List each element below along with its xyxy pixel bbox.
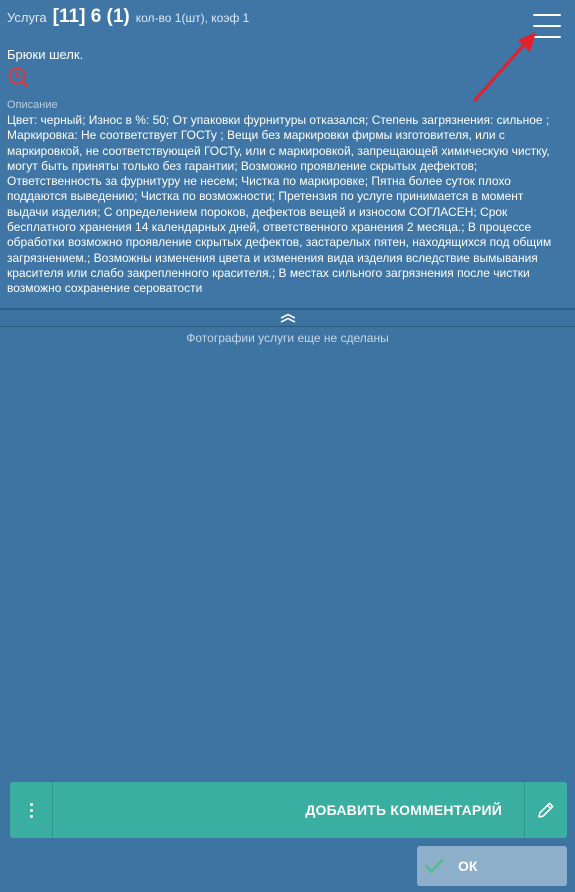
menu-line bbox=[533, 25, 561, 27]
photos-empty-message: Фотографии услуги еще не сделаны bbox=[186, 331, 389, 345]
menu-line bbox=[533, 14, 561, 16]
dot bbox=[29, 814, 33, 818]
collapse-toggle[interactable] bbox=[0, 309, 575, 327]
bottom-action-bar: ДОБАВИТЬ КОММЕНТАРИЙ bbox=[10, 782, 567, 838]
service-code: [11] 6 (1) bbox=[52, 6, 130, 27]
more-vertical-icon[interactable] bbox=[10, 782, 53, 838]
chevron-double-up-icon bbox=[280, 313, 295, 323]
edit-button[interactable] bbox=[524, 782, 567, 838]
history-icon[interactable] bbox=[7, 66, 29, 88]
pencil-icon bbox=[538, 802, 554, 818]
check-icon bbox=[424, 859, 444, 873]
ok-button[interactable]: ОК bbox=[417, 846, 567, 886]
dot bbox=[29, 808, 33, 812]
service-details-panel: Услуга [11] 6 (1) кол-во 1(шт), коэф 1 Б… bbox=[0, 0, 575, 309]
ok-label: ОК bbox=[458, 858, 478, 874]
add-comment-button[interactable]: ДОБАВИТЬ КОММЕНТАРИЙ bbox=[53, 782, 524, 838]
service-label: Услуга bbox=[7, 10, 47, 25]
service-quantity: кол-во 1(шт), коэф 1 bbox=[135, 11, 250, 25]
description-label: Описание bbox=[7, 99, 58, 111]
service-header: Услуга [11] 6 (1) кол-во 1(шт), коэф 1 bbox=[7, 6, 249, 34]
annotation-arrow bbox=[473, 32, 536, 102]
item-name: Брюки шелк. bbox=[7, 47, 84, 62]
description-text: Цвет: черный; Износ в %: 50; От упаковки… bbox=[7, 113, 552, 296]
dot bbox=[29, 802, 33, 806]
